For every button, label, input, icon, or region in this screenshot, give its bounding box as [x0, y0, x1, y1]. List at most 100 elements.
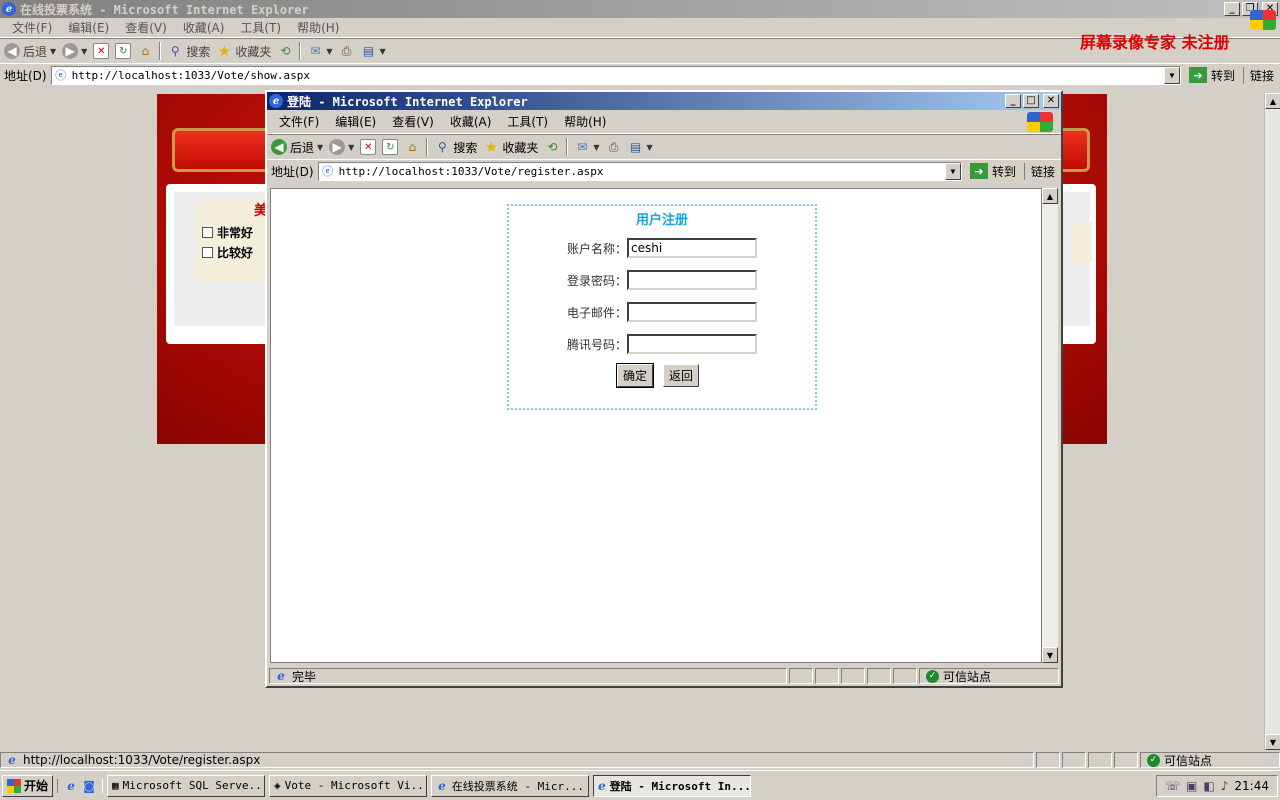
back-button[interactable]: 返回	[663, 364, 700, 387]
outer-titlebar[interactable]: e 在线投票系统 - Microsoft Internet Explorer _…	[0, 0, 1280, 18]
home-button[interactable]: ⌂	[404, 139, 420, 155]
menu-tools[interactable]: 工具(T)	[499, 113, 556, 130]
password-input[interactable]	[627, 270, 757, 290]
register-title: 用户注册	[635, 213, 688, 228]
menu-view[interactable]: 查看(V)	[384, 113, 442, 130]
edit-button[interactable]: ▤ ▼	[361, 43, 386, 59]
outlook-quicklaunch-icon[interactable]: ◙	[82, 779, 96, 793]
task-login[interactable]: e 登陆 - Microsoft In...	[593, 774, 752, 797]
tray-icon[interactable]: ♪	[1221, 779, 1229, 793]
favorites-label: 收藏夹	[235, 44, 272, 59]
vote-option-1[interactable]: 非常好	[202, 224, 253, 241]
minimize-button[interactable]: _	[1224, 2, 1240, 16]
mail-button[interactable]: ✉ ▼	[574, 139, 599, 155]
task-sql-server[interactable]: ▦ Microsoft SQL Serve...	[107, 774, 266, 797]
menu-file[interactable]: 文件(F)	[271, 113, 327, 130]
back-button[interactable]: ◀ 后退 ▼	[4, 43, 56, 60]
refresh-button[interactable]: ↻	[382, 139, 399, 155]
tray-icon[interactable]: ◧	[1203, 779, 1214, 793]
address-dropdown-button[interactable]: ▼	[1163, 66, 1180, 84]
qq-row: 腾讯号码：	[509, 334, 757, 354]
menu-favorites[interactable]: 收藏(A)	[442, 113, 500, 130]
print-button[interactable]: ⎙	[606, 139, 622, 155]
back-button[interactable]: ◀ 后退 ▼	[271, 139, 323, 156]
stop-icon: ✕	[93, 43, 110, 59]
search-button[interactable]: ⚲ 搜索	[434, 139, 477, 156]
menu-favorites[interactable]: 收藏(A)	[175, 19, 233, 36]
forward-button[interactable]: ▶ ▼	[62, 43, 87, 59]
outer-window-title: 在线投票系统 - Microsoft Internet Explorer	[20, 2, 309, 17]
forward-button[interactable]: ▶ ▼	[329, 139, 354, 155]
home-button[interactable]: ⌂	[137, 43, 153, 59]
scroll-up-button[interactable]: ▲	[1042, 188, 1058, 204]
popup-page-content: 用户注册 账户名称： 登录密码： 电子邮件： 腾讯号码： 确定 返回	[270, 188, 1042, 663]
quick-launch: e ◙	[57, 778, 104, 793]
address-input[interactable]: ⓔ http://localhost:1033/Vote/show.aspx ▼	[50, 65, 1181, 85]
back-arrow-icon: ◀	[271, 139, 287, 155]
go-arrow-icon: ➔	[969, 163, 988, 179]
edit-icon: ▤	[362, 44, 375, 58]
popup-titlebar[interactable]: e 登陆 - Microsoft Internet Explorer _ □ ✕	[267, 92, 1061, 110]
checkbox[interactable]	[202, 247, 213, 258]
popup-maximize-button[interactable]: □	[1023, 94, 1039, 108]
address-text: http://localhost:1033/Vote/show.aspx	[71, 68, 311, 82]
popup-vertical-scrollbar[interactable]: ▲ ▼	[1042, 188, 1058, 663]
stop-button[interactable]: ✕	[360, 139, 377, 155]
menu-edit[interactable]: 编辑(E)	[327, 113, 384, 130]
zone-label: 可信站点	[943, 669, 992, 684]
search-button[interactable]: ⚲ 搜索	[167, 43, 210, 60]
outer-vertical-scrollbar[interactable]: ▲ ▼	[1264, 93, 1280, 750]
popup-toolbar: ◀ 后退 ▼ ▶ ▼ ✕ ↻ ⌂ ⚲ 搜索 ★ 收藏夹 ⟲ ✉ ▼ ⎙ ▤ ▼	[267, 134, 1061, 160]
favorites-button[interactable]: ★ 收藏夹	[216, 42, 272, 60]
check-icon: ✓	[926, 669, 939, 683]
task-vote-system[interactable]: e 在线投票系统 - Micr...	[431, 774, 590, 797]
clock[interactable]: 21:44	[1234, 779, 1269, 793]
address-input[interactable]: ⓔ http://localhost:1033/Vote/register.as…	[317, 161, 962, 181]
refresh-button[interactable]: ↻	[115, 43, 132, 59]
ie-icon: e	[269, 94, 283, 108]
menu-edit[interactable]: 编辑(E)	[60, 19, 117, 36]
ie-page-icon: e	[8, 753, 16, 767]
go-button[interactable]: ➔ 转到	[1185, 67, 1239, 84]
task-visual-studio[interactable]: ◈ Vote - Microsoft Vi...	[269, 774, 428, 797]
popup-statusbar: e 完毕 ✓ 可信站点	[269, 667, 1059, 685]
vote-option-2[interactable]: 比较好	[202, 244, 253, 261]
menu-help[interactable]: 帮助(H)	[556, 113, 614, 130]
menu-file[interactable]: 文件(F)	[4, 19, 60, 36]
windows-logo-icon	[1250, 10, 1276, 30]
checkbox[interactable]	[202, 227, 213, 238]
tray-icon[interactable]: ☏	[1165, 779, 1180, 793]
ie-quicklaunch-icon[interactable]: e	[64, 779, 78, 793]
menu-tools[interactable]: 工具(T)	[232, 19, 289, 36]
links-button[interactable]: 链接	[1242, 66, 1280, 84]
links-button[interactable]: 链接	[1023, 162, 1061, 180]
menu-view[interactable]: 查看(V)	[117, 19, 175, 36]
favorites-button[interactable]: ★ 收藏夹	[483, 138, 539, 156]
search-icon: ⚲	[170, 44, 180, 58]
popup-minimize-button[interactable]: _	[1005, 94, 1021, 108]
scroll-up-button[interactable]: ▲	[1265, 93, 1280, 109]
email-input[interactable]	[627, 302, 757, 322]
ie-page-icon: e	[277, 669, 285, 683]
qq-input[interactable]	[627, 334, 757, 354]
go-button[interactable]: ➔ 转到	[966, 163, 1020, 180]
scroll-down-button[interactable]: ▼	[1265, 734, 1280, 750]
menu-help[interactable]: 帮助(H)	[289, 19, 347, 36]
task-label: 登陆 - Microsoft In...	[609, 779, 751, 793]
start-button[interactable]: 开始	[2, 774, 54, 797]
edit-button[interactable]: ▤ ▼	[628, 139, 653, 155]
tray-icon[interactable]: ▣	[1186, 779, 1197, 793]
submit-button[interactable]: 确定	[615, 363, 655, 388]
history-button[interactable]: ⟲	[277, 43, 293, 59]
mail-button[interactable]: ✉ ▼	[307, 43, 332, 59]
page-icon: ⓔ	[322, 165, 334, 178]
popup-status-text: 完毕	[292, 669, 317, 684]
print-button[interactable]: ⎙	[339, 43, 355, 59]
vote-option-label: 非常好	[217, 226, 254, 240]
popup-close-button[interactable]: ✕	[1043, 94, 1059, 108]
scroll-down-button[interactable]: ▼	[1042, 647, 1058, 663]
address-dropdown-button[interactable]: ▼	[944, 162, 961, 180]
username-input[interactable]	[627, 238, 757, 258]
stop-button[interactable]: ✕	[93, 43, 110, 59]
history-button[interactable]: ⟲	[544, 139, 560, 155]
